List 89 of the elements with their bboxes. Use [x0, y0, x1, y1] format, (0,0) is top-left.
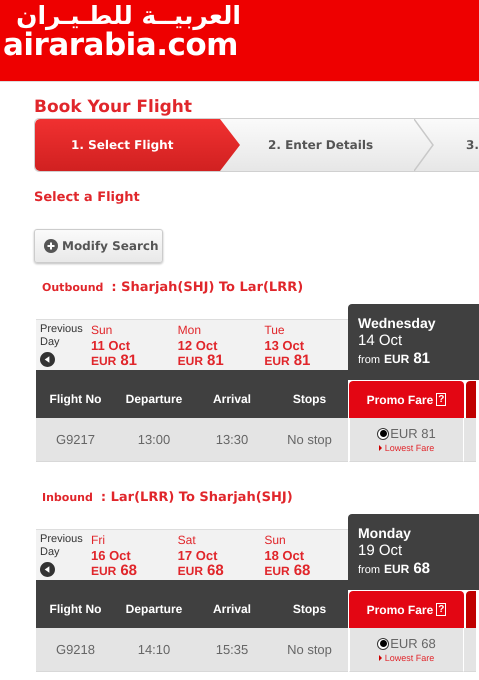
weekday: Mon [178, 322, 202, 338]
selected-date-card[interactable]: Wednesday 14 Oct from EUR 81 [348, 304, 479, 380]
table-cell: No stop [271, 418, 348, 462]
price-amount: 81 [120, 352, 138, 368]
table-cell: G9217 [36, 418, 115, 462]
date-text: 14 Oct [358, 332, 402, 350]
column-header: Flight No [36, 590, 115, 628]
column-header: Stops [271, 590, 348, 628]
fare-price: EUR 68 [390, 636, 436, 651]
price-currency: EUR [91, 564, 116, 579]
direction-label: Inbound [42, 490, 93, 504]
table-cell: No stop [271, 628, 348, 672]
previous-icon[interactable] [40, 562, 55, 577]
previous-day-label: Previous Day [40, 322, 84, 349]
weekday: Wednesday [358, 314, 436, 332]
date-text: 16 Oct [91, 548, 131, 563]
price-amount: 68 [207, 562, 224, 578]
date-text: 19 Oct [358, 542, 402, 560]
radio-button[interactable] [377, 638, 390, 650]
previous-icon[interactable] [40, 352, 55, 367]
direction-label: Outbound [42, 280, 104, 294]
price-currency: EUR [264, 564, 290, 579]
date-option[interactable]: Sun 18 Oct EUR 68 [261, 530, 348, 580]
date-text: 13 Oct [264, 338, 304, 353]
column-header: Departure [115, 380, 193, 418]
weekday: Sun [91, 322, 112, 338]
selected-date-card[interactable]: Monday 19 Oct from EUR 68 [348, 514, 479, 590]
page-title: Book Your Flight [34, 98, 192, 116]
route-label: : Sharjah(SHJ) To Lar(LRR) [111, 280, 304, 294]
price-currency: EUR [384, 562, 410, 576]
date-option[interactable]: Sun 11 Oct EUR 81 [88, 320, 175, 370]
table-cell: G9218 [36, 628, 115, 672]
weekday: Monday [358, 524, 411, 542]
date-text: 17 Oct [178, 548, 218, 563]
price-currency: EUR [264, 354, 290, 369]
table-cell: 15:35 [193, 628, 271, 672]
step-tab[interactable]: 2. Enter Details [240, 119, 434, 171]
table-cell: 13:00 [115, 418, 193, 462]
price-currency: EUR [91, 354, 116, 369]
price-currency: EUR [384, 352, 410, 366]
section-title: Select a Flight [34, 190, 140, 205]
help-icon[interactable]: ? [436, 603, 446, 616]
logo-arabic[interactable]: العربيــة للطـيـران [3, 2, 241, 30]
modify-search-button[interactable]: Modify Search [34, 229, 163, 263]
date-option[interactable]: Fri 16 Oct EUR 68 [88, 530, 175, 580]
column-header: Stops [271, 380, 348, 418]
fare-header [466, 381, 476, 418]
fare-header [466, 591, 476, 628]
triangle-icon [378, 655, 382, 661]
radio-button[interactable] [377, 428, 390, 440]
triangle-icon [378, 445, 382, 451]
step-tab[interactable]: 1. Select Flight [35, 119, 240, 171]
fare-note: Lowest Fare [384, 443, 434, 453]
date-option[interactable]: Tue 13 Oct EUR 81 [261, 320, 348, 370]
fare-header: Promo Fare ? [349, 381, 464, 418]
price-amount: 81 [207, 352, 224, 368]
from-label: from [358, 564, 380, 576]
column-header: Arrival [193, 380, 271, 418]
previous-day-label: Previous Day [40, 532, 84, 559]
price-currency: EUR [178, 354, 204, 369]
fare-note: Lowest Fare [384, 653, 434, 663]
weekday: Fri [91, 532, 105, 548]
price-amount: 68 [294, 562, 310, 578]
date-text: 12 Oct [178, 338, 218, 353]
column-header: Departure [115, 590, 193, 628]
date-text: 18 Oct [264, 548, 304, 563]
help-icon[interactable]: ? [436, 393, 446, 406]
date-option[interactable]: Mon 12 Oct EUR 81 [174, 320, 262, 370]
price-amount: 68 [413, 560, 430, 577]
route-label: : Lar(LRR) To Sharjah(SHJ) [100, 490, 293, 504]
price-amount: 81 [294, 352, 310, 368]
column-header: Flight No [36, 380, 115, 418]
date-option[interactable]: Sat 17 Oct EUR 68 [174, 530, 262, 580]
weekday: Tue [264, 322, 285, 338]
column-header: Arrival [193, 590, 271, 628]
price-amount: 81 [413, 350, 430, 367]
date-text: 11 Oct [91, 338, 130, 353]
weekday: Sat [178, 532, 196, 548]
price-amount: 68 [120, 562, 138, 578]
price-currency: EUR [178, 564, 204, 579]
from-label: from [358, 354, 380, 366]
step-tab[interactable]: 3. [434, 119, 479, 171]
plus-icon [44, 239, 58, 253]
fare-price: EUR 81 [390, 426, 436, 441]
table-cell: 13:30 [193, 418, 271, 462]
fare-header: Promo Fare ? [349, 591, 464, 628]
table-cell: 14:10 [115, 628, 193, 672]
logo-text[interactable]: airarabia.com [3, 30, 238, 60]
weekday: Sun [264, 532, 286, 548]
